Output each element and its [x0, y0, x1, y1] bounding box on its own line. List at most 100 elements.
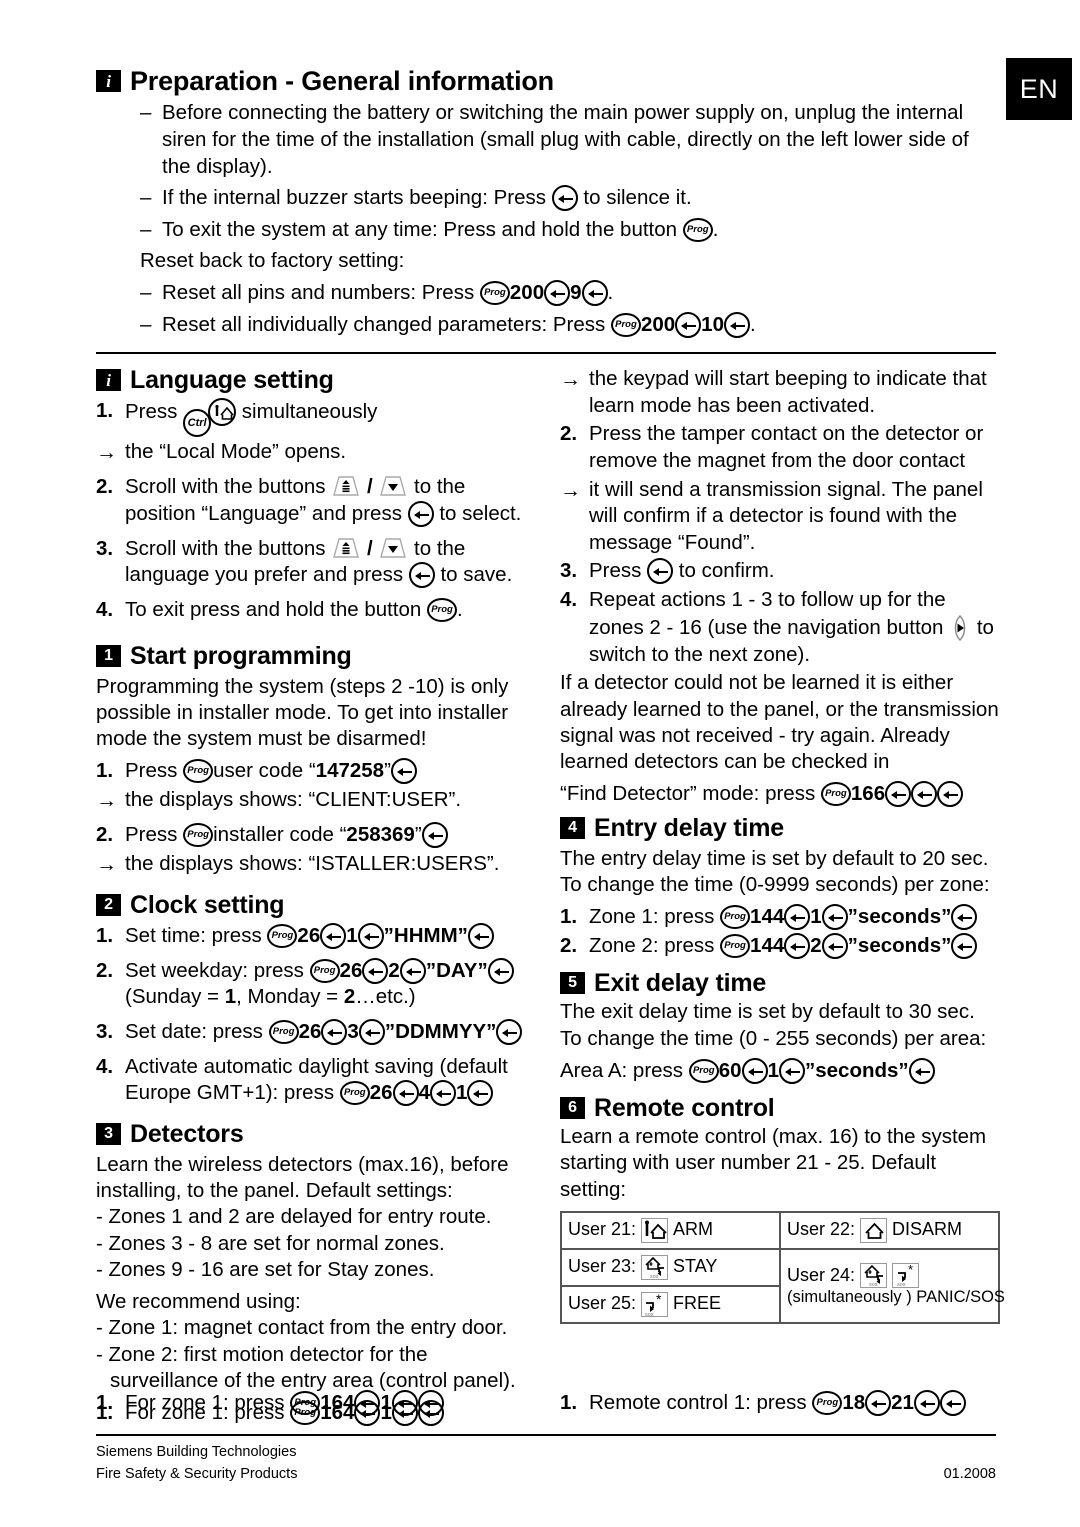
stay-icon: sos — [860, 1263, 888, 1289]
enter-key-icon — [357, 923, 384, 950]
navigation-right-key-icon — [949, 614, 971, 642]
entry-delay-step-2: 2. Zone 2: press Prog 144 2 ”seconds” — [560, 932, 1000, 960]
remote-control-step-1: 1. Remote control 1: press Prog 18 21 — [560, 1390, 1000, 1417]
language-step-4: 4. To exit press and hold the button Pro… — [96, 597, 536, 624]
enter-key-icon — [421, 822, 448, 849]
footer-division: Fire Safety & Security Products — [96, 1466, 298, 1483]
entry-delay-step-1-c: ”seconds” — [847, 905, 952, 929]
arrow-bullet-icon: → — [560, 368, 581, 391]
enter-key-icon — [467, 1080, 494, 1107]
footer-divider — [96, 1434, 996, 1436]
detectors-default-1: - Zones 1 and 2 are delayed for entry ro… — [96, 1205, 492, 1229]
detectors-step-1-bottom: 1. For zone 1: press Prog 164 1 — [96, 1390, 536, 1417]
svg-text:sos: sos — [869, 1282, 878, 1288]
detectors-find-lead: “Find Detector” mode: press — [560, 782, 821, 806]
svg-text:*: * — [908, 1264, 913, 1277]
enter-key-icon — [908, 1057, 935, 1084]
enter-key-icon — [390, 758, 417, 785]
enter-key-icon — [937, 781, 964, 808]
step-marker-3: 3 — [96, 1122, 121, 1145]
language-step-1: 1. Press Ctrl simultaneously — [96, 398, 536, 437]
entry-delay-title: 4 Entry delay time — [560, 814, 1000, 842]
table-row: User 23: sos STAY User 24: sos * sos (sim… — [560, 1247, 1005, 1324]
detectors-default-2: - Zones 3 - 8 are set for normal zones. — [96, 1231, 445, 1255]
step-number: 3. — [560, 559, 578, 583]
prog-key-icon: Prog — [812, 1391, 843, 1415]
start-programming-arrow-2: → the displays shows: “ISTALLER:USERS”. — [96, 851, 536, 878]
language-step-3-lead: Scroll with the buttons — [125, 536, 332, 560]
document-page: EN i Preparation - General information –… — [0, 0, 1080, 1527]
prog-key-icon: Prog — [610, 312, 641, 337]
detectors-step-2: 2. Press the tamper contact on the detec… — [560, 421, 1000, 474]
start-step-2-lead: Press — [125, 823, 184, 847]
enter-key-icon — [784, 932, 811, 959]
user-21-action: ARM — [673, 1219, 714, 1240]
user-22-label: User 22: — [787, 1219, 856, 1240]
detectors-recommend-2: - Zone 2: first motion detector for the … — [96, 1342, 516, 1392]
entry-delay-step-1-lead: Zone 1: press — [589, 905, 721, 929]
reset-pins-value: 9 — [570, 281, 582, 305]
detectors-title-text: Detectors — [130, 1119, 244, 1148]
language-step-4-lead: To exit press and hold the button — [125, 597, 428, 621]
free-icon: * sos — [641, 1291, 669, 1318]
remote-step-1-a: 18 — [842, 1391, 866, 1414]
entry-delay-step-1-a: 144 — [750, 905, 785, 929]
enter-key-icon — [354, 1390, 381, 1416]
detectors-step-1-b-bottom: 1 — [380, 1391, 392, 1414]
enter-key-icon — [723, 311, 750, 338]
entry-delay-step-1-b: 1 — [810, 905, 822, 929]
preparation-bullet-3-tail: . — [712, 217, 719, 241]
preparation-bullet-2-tail: to silence it. — [577, 186, 692, 210]
exit-delay-step-lead: Area A: press — [560, 1058, 689, 1082]
user-22-cell: User 22: DISARM — [779, 1210, 1000, 1250]
step-marker-5: 5 — [560, 972, 585, 995]
step-number: 3. — [96, 1020, 114, 1043]
detectors-recommend-1: - Zone 1: magnet contact from the entry … — [96, 1316, 508, 1340]
clock-weekday-monday: 2 — [343, 985, 356, 1009]
step-number: 3. — [96, 536, 114, 560]
remote-step-1-b: 21 — [891, 1391, 914, 1414]
footer-company: Siemens Building Technologies — [96, 1444, 297, 1460]
reset-intro: Reset back to factory setting: — [140, 249, 405, 273]
remote-control-title: 6 Remote control — [560, 1094, 1000, 1122]
enter-key-icon — [865, 1390, 892, 1416]
detectors-step-2-text: Press the tamper contact on the detector… — [589, 422, 984, 472]
language-step-1-tail: simultaneously — [236, 400, 378, 423]
step-number: 4. — [96, 597, 114, 621]
detectors-step-3-lead: Press — [589, 559, 648, 583]
enter-key-icon — [885, 781, 912, 808]
detectors-step-4: 4. Repeat actions 1 - 3 to follow up for… — [560, 587, 1000, 668]
enter-key-icon — [408, 562, 435, 589]
clock-setting-title-text: Clock setting — [130, 891, 285, 920]
step-number: 1. — [96, 399, 114, 422]
clock-step-2-c: ”DAY” — [425, 958, 488, 982]
language-step-4-tail: . — [457, 597, 463, 621]
scroll-down-key-icon — [378, 537, 408, 561]
local-mode-key-icon — [208, 398, 237, 426]
scroll-down-key-icon — [378, 475, 408, 499]
detectors-arrow-1: → the keypad will start beeping to indic… — [560, 366, 1000, 419]
start-step-1-mid: user code “ — [213, 759, 316, 783]
remote-control-intro: Learn a remote control (max. 16) to the … — [560, 1125, 987, 1201]
entry-delay-step-1: 1. Zone 1: press Prog 144 1 ”seconds” — [560, 904, 1000, 931]
exit-delay-step-c: ”seconds” — [804, 1058, 909, 1082]
detectors-step-1-repeat-row: 1. For zone 1: press Prog 164 1 — [96, 1390, 536, 1419]
detectors-step-3: 3. Press to confirm. — [560, 558, 1000, 585]
page-footer: Siemens Building Technologies Fire Safet… — [96, 1441, 996, 1486]
clock-step-4-b: 4 — [418, 1081, 430, 1105]
language-arrow-1: → the “Local Mode” opens. — [96, 439, 536, 466]
start-programming-arrow-1: → the displays shows: “CLIENT:USER”. — [96, 787, 536, 814]
enter-key-icon — [741, 1057, 768, 1084]
prog-key-icon: Prog — [183, 823, 214, 848]
preparation-bullet-1: – Before connecting the battery or switc… — [96, 100, 996, 180]
prog-key-icon: Prog — [290, 1391, 321, 1415]
step-number: 1. — [96, 759, 114, 783]
step-number: 2. — [96, 475, 114, 499]
reset-pins-tail: . — [607, 281, 614, 305]
enter-key-icon — [939, 1390, 966, 1416]
stay-icon: sos — [641, 1254, 669, 1280]
start-step-1-lead: Press — [125, 759, 184, 783]
svg-text:*: * — [656, 1293, 662, 1307]
user-21-cell: User 21: ARM — [560, 1210, 781, 1250]
entry-delay-intro: The entry delay time is set by default t… — [560, 846, 990, 896]
